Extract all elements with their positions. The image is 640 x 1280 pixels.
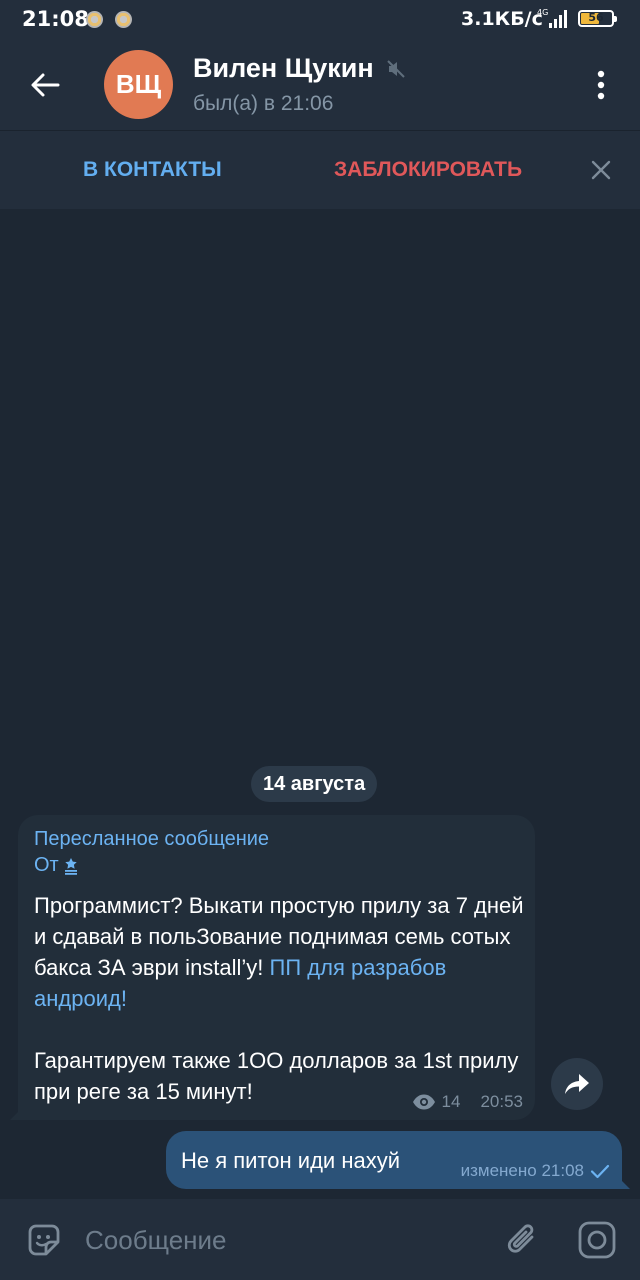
- message-meta: изменено 21:08: [461, 1161, 610, 1181]
- sticker-emoji-icon[interactable]: [24, 1220, 64, 1260]
- views-eye-icon: [412, 1094, 435, 1110]
- notification-icon: [115, 11, 132, 28]
- edited-time: изменено 21:08: [460, 1161, 584, 1180]
- forwarded-from-prefix: От: [34, 854, 59, 876]
- chat-header: ВЩ Вилен Щукин был(а) в 21:06: [0, 40, 640, 130]
- network-speed: 3.1КБ/с: [461, 8, 543, 30]
- message-text: Не я питон иди нахуй: [181, 1148, 400, 1173]
- share-message-button[interactable]: [551, 1058, 603, 1110]
- add-contact-button[interactable]: В КОНТАКТЫ: [83, 158, 222, 182]
- forwarded-from[interactable]: От: [34, 854, 79, 877]
- back-button[interactable]: [22, 62, 68, 108]
- avatar[interactable]: ВЩ: [104, 50, 173, 119]
- read-check-icon: [590, 1164, 610, 1179]
- battery-level: 56: [588, 11, 604, 24]
- notification-icon: [86, 11, 103, 28]
- network-type: 4G: [537, 8, 548, 17]
- muted-icon: [387, 60, 405, 78]
- date-separator: 14 августа: [251, 766, 378, 802]
- close-icon: [591, 160, 611, 180]
- chat-title[interactable]: Вилен Щукин: [193, 53, 374, 84]
- more-menu-button[interactable]: [580, 62, 622, 108]
- message-meta: 14 20:53: [412, 1092, 523, 1112]
- more-vertical-icon: [597, 70, 605, 100]
- message-composer: [0, 1199, 640, 1280]
- camera-icon[interactable]: [577, 1220, 617, 1260]
- arrow-left-icon: [31, 73, 60, 97]
- share-arrow-icon: [565, 1074, 589, 1094]
- status-time: 21:08: [22, 7, 89, 31]
- incoming-message-bubble[interactable]: Пересланное сообщение От Программист? Вы…: [18, 815, 535, 1120]
- view-count: 14: [441, 1092, 461, 1111]
- message-text: Программист? Выкати простую прилу за 7 д…: [34, 890, 524, 1107]
- forwarded-label: Пересланное сообщение: [34, 828, 270, 850]
- status-bar: 21:08 3.1КБ/с 4G 56: [0, 0, 640, 40]
- message-input[interactable]: [85, 1223, 465, 1257]
- signal-icon: 4G: [537, 8, 567, 28]
- contact-action-bar: В КОНТАКТЫ ЗАБЛОКИРОВАТЬ: [0, 130, 640, 209]
- star-sender-icon: [64, 857, 77, 875]
- message-time: 20:53: [480, 1092, 523, 1111]
- outgoing-message-bubble[interactable]: Не я питон иди нахуй изменено 21:08: [166, 1131, 622, 1189]
- paperclip-icon[interactable]: [502, 1219, 544, 1261]
- block-user-button[interactable]: ЗАБЛОКИРОВАТЬ: [334, 158, 522, 182]
- close-action-bar-button[interactable]: [585, 154, 617, 186]
- battery-icon: 56: [578, 10, 617, 27]
- last-seen-status: был(а) в 21:06: [193, 92, 334, 115]
